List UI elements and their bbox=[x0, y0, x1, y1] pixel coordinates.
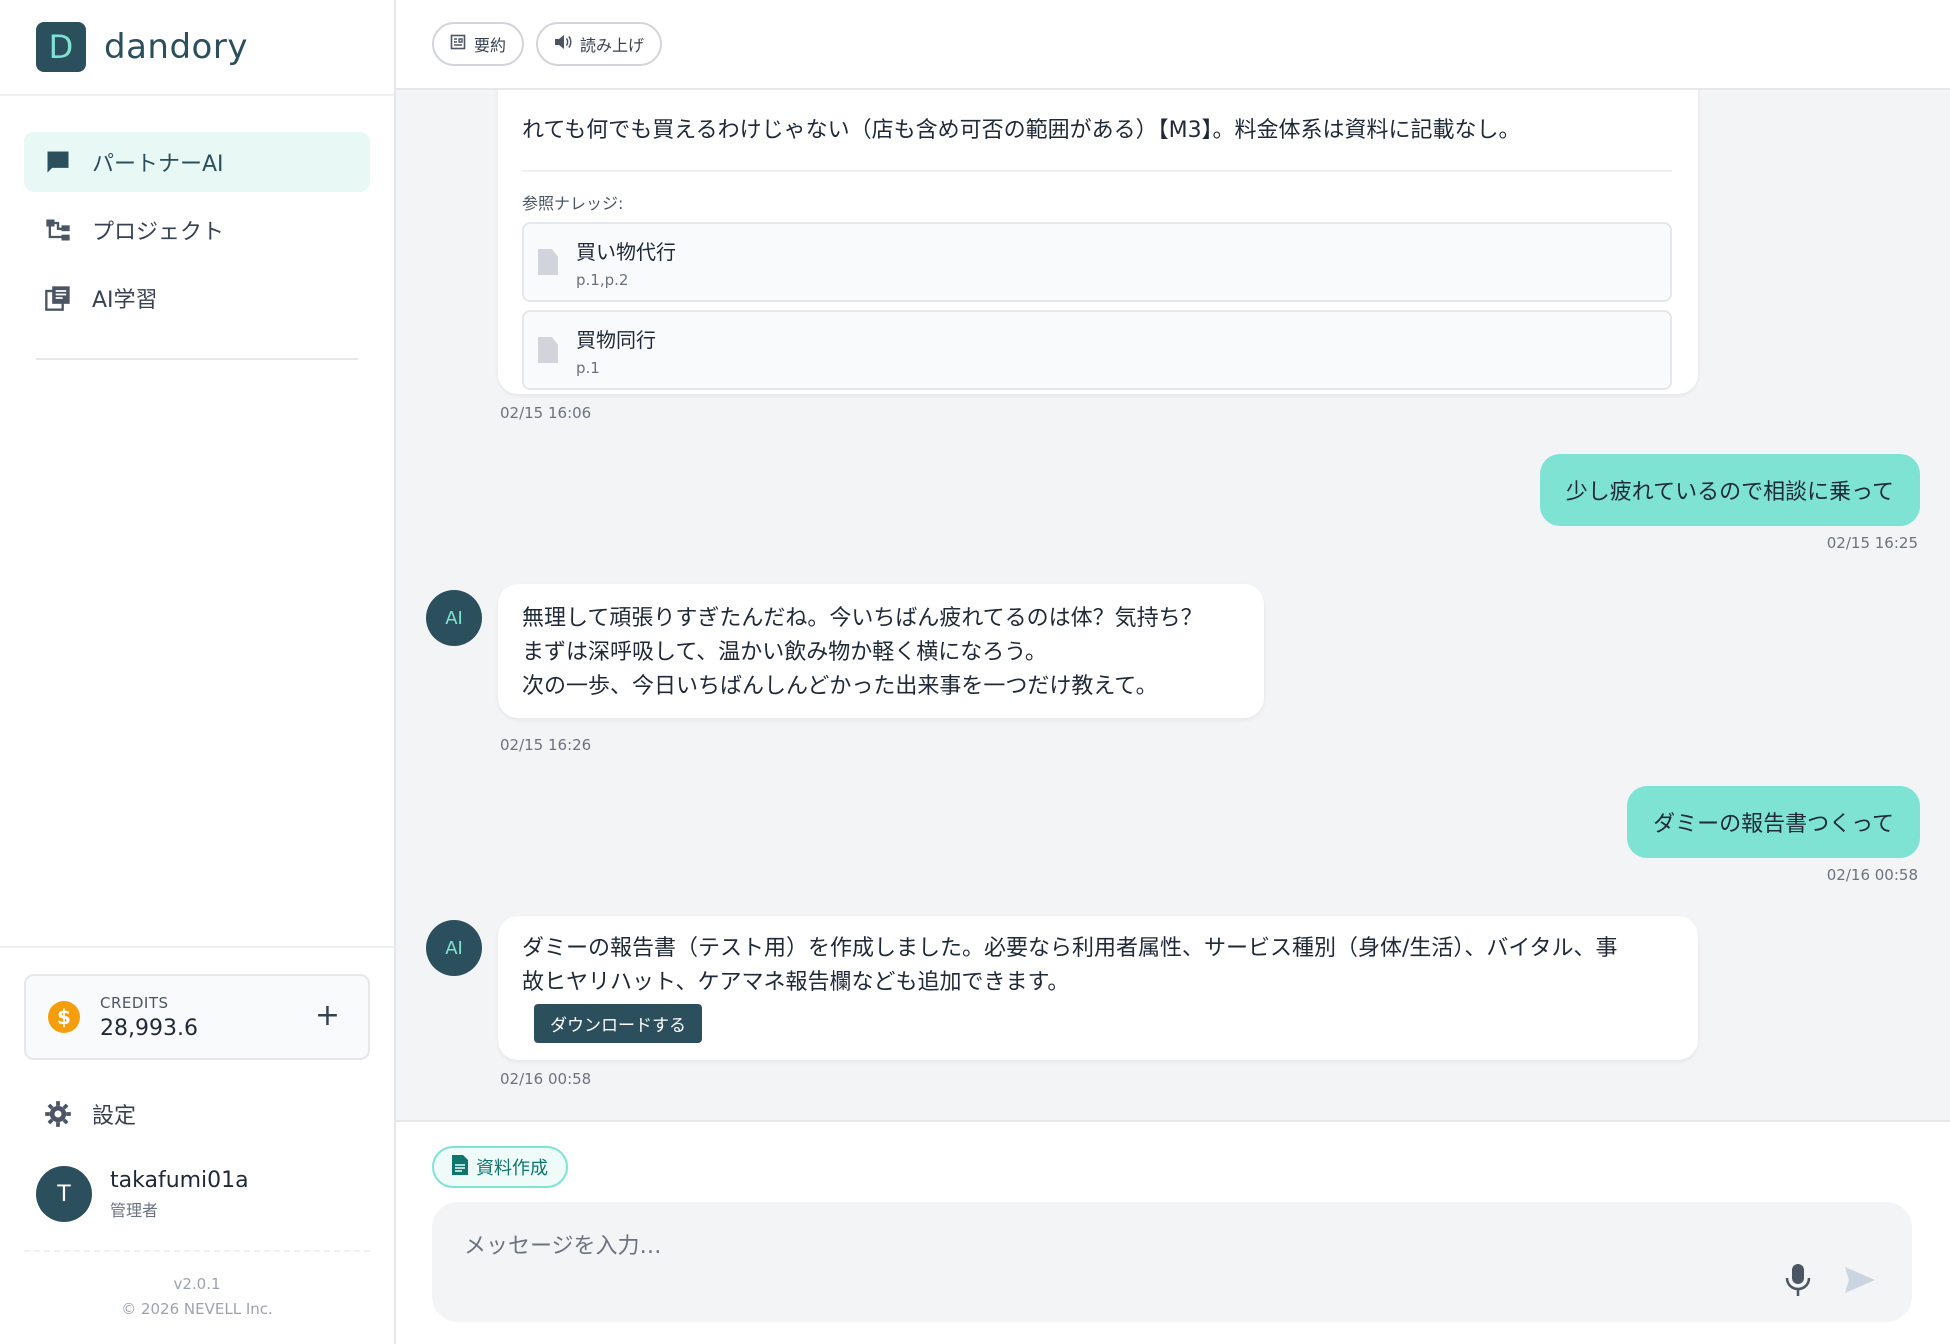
sidebar-footer: v2.0.1 © 2026 NEVELL Inc. bbox=[24, 1250, 370, 1322]
version-text: v2.0.1 bbox=[173, 1275, 221, 1293]
sidebar: D dandory パートナーAI プロジェクト AI学習 $ CREDITS … bbox=[0, 0, 396, 1344]
project-tree-icon bbox=[44, 216, 72, 244]
brand-logo: D bbox=[36, 22, 86, 72]
credits-label: CREDITS bbox=[100, 993, 169, 1012]
sidebar-item-ai-learning[interactable]: AI学習 bbox=[24, 268, 370, 328]
message-line: 無理して頑張りすぎたんだね。今いちばん疲れてるのは体？気持ち？ bbox=[522, 606, 1203, 631]
settings-item[interactable]: 設定 bbox=[24, 1084, 370, 1144]
user-message-bubble: 少し疲れているので相談に乗って bbox=[1539, 454, 1920, 526]
message-line: 次の一歩、今日いちばんしんどかった出来事を一つだけ教えて。 bbox=[522, 674, 1158, 699]
create-document-chip[interactable]: 資料作成 bbox=[432, 1146, 568, 1188]
message-line: ダミーの報告書（テスト用）を作成しました。必要なら利用者属性、サービス種別（身体… bbox=[522, 936, 1618, 961]
nav-divider bbox=[36, 358, 358, 360]
credits-panel: $ CREDITS 28,993.6 + bbox=[24, 974, 370, 1060]
message-line: 故ヒヤリハット、ケアマネ報告欄なども追加できます。 bbox=[522, 970, 1070, 995]
avatar: T bbox=[36, 1166, 92, 1222]
reference-card[interactable]: 買物同行 p.1 bbox=[522, 310, 1672, 390]
add-credits-button[interactable]: + bbox=[315, 998, 340, 1033]
nav: パートナーAI プロジェクト AI学習 bbox=[0, 96, 394, 360]
sidebar-item-label: パートナーAI bbox=[92, 152, 224, 177]
credits-value: 28,993.6 bbox=[100, 1015, 198, 1041]
ref-pages: p.1 bbox=[576, 358, 600, 377]
brand: D dandory bbox=[0, 0, 394, 96]
user-role: 管理者 bbox=[110, 1200, 159, 1220]
refs-label: 参照ナレッジ: bbox=[522, 194, 624, 213]
brand-name: dandory bbox=[104, 27, 248, 67]
copyright-text: © 2026 NEVELL Inc. bbox=[121, 1300, 273, 1318]
message-timestamp: 02/15 16:06 bbox=[500, 404, 592, 422]
ai-message-card: れても何でも買えるわけじゃない（店も含め可否の範囲がある）【M3】。料金体系は資… bbox=[498, 90, 1698, 394]
message-input[interactable] bbox=[464, 1228, 1764, 1264]
user-message-bubble: ダミーの報告書つくって bbox=[1627, 786, 1920, 858]
message-timestamp: 02/15 16:26 bbox=[500, 736, 592, 754]
ref-pages: p.1,p.2 bbox=[576, 270, 629, 289]
summary-button[interactable]: 要約 bbox=[432, 22, 525, 66]
sidebar-item-label: AI学習 bbox=[92, 288, 158, 313]
user-profile[interactable]: T takafumi01a 管理者 bbox=[24, 1166, 370, 1222]
read-aloud-label: 読み上げ bbox=[580, 36, 645, 55]
references: 参照ナレッジ: 買い物代行 p.1,p.2 買物同行 p.1 bbox=[522, 190, 1672, 390]
document-icon bbox=[538, 337, 558, 363]
ref-title: 買い物代行 bbox=[576, 239, 676, 264]
chip-label: 資料作成 bbox=[476, 1158, 548, 1179]
chat-bubble-icon bbox=[44, 148, 72, 176]
ai-message-card: 無理して頑張りすぎたんだね。今いちばん疲れてるのは体？気持ち？ まずは深呼吸して… bbox=[498, 584, 1264, 718]
divider bbox=[522, 170, 1672, 172]
message-timestamp: 02/15 16:25 bbox=[1826, 534, 1918, 552]
chat-thread: れても何でも買えるわけじゃない（店も含め可否の範囲がある）【M3】。料金体系は資… bbox=[396, 90, 1950, 1120]
ai-avatar: AI bbox=[426, 590, 482, 646]
send-icon[interactable] bbox=[1844, 1266, 1876, 1294]
ai-avatar: AI bbox=[426, 920, 482, 976]
reference-card[interactable]: 買い物代行 p.1,p.2 bbox=[522, 222, 1672, 302]
gear-icon bbox=[44, 1100, 72, 1128]
coin-icon: $ bbox=[48, 1001, 80, 1033]
file-icon bbox=[452, 1154, 468, 1180]
ai-message-card: ダミーの報告書（テスト用）を作成しました。必要なら利用者属性、サービス種別（身体… bbox=[498, 916, 1698, 1060]
sidebar-item-label: プロジェクト bbox=[92, 220, 225, 245]
chat-toolbar: 要約 読み上げ bbox=[396, 0, 1950, 90]
settings-label: 設定 bbox=[92, 1104, 137, 1129]
sidebar-item-project[interactable]: プロジェクト bbox=[24, 200, 370, 260]
library-icon bbox=[44, 284, 72, 312]
read-aloud-button[interactable]: 読み上げ bbox=[536, 22, 663, 66]
ref-title: 買物同行 bbox=[576, 327, 656, 352]
message-text: れても何でも買えるわけじゃない（店も含め可否の範囲がある）【M3】。料金体系は資… bbox=[522, 118, 1521, 143]
speaker-icon bbox=[554, 34, 572, 54]
main-area: 要約 読み上げ れても何でも買えるわけじゃない（店も含め可否の範囲がある）【M3… bbox=[396, 0, 1950, 1344]
sidebar-item-partner-ai[interactable]: パートナーAI bbox=[24, 132, 370, 192]
user-name: takafumi01a bbox=[110, 1167, 249, 1193]
microphone-icon[interactable] bbox=[1784, 1262, 1812, 1298]
composer: 資料作成 bbox=[396, 1120, 1950, 1344]
download-button[interactable]: ダウンロードする bbox=[534, 1004, 702, 1043]
document-icon bbox=[538, 249, 558, 275]
sidebar-bottom: $ CREDITS 28,993.6 + 設定 T takafumi01a 管理… bbox=[0, 946, 394, 1322]
summary-icon bbox=[450, 34, 466, 54]
message-input-box bbox=[432, 1202, 1912, 1322]
message-timestamp: 02/16 00:58 bbox=[500, 1070, 592, 1088]
summary-label: 要約 bbox=[474, 36, 507, 55]
message-line: まずは深呼吸して、温かい飲み物か軽く横になろう。 bbox=[522, 640, 1047, 665]
message-timestamp: 02/16 00:58 bbox=[1826, 866, 1918, 884]
